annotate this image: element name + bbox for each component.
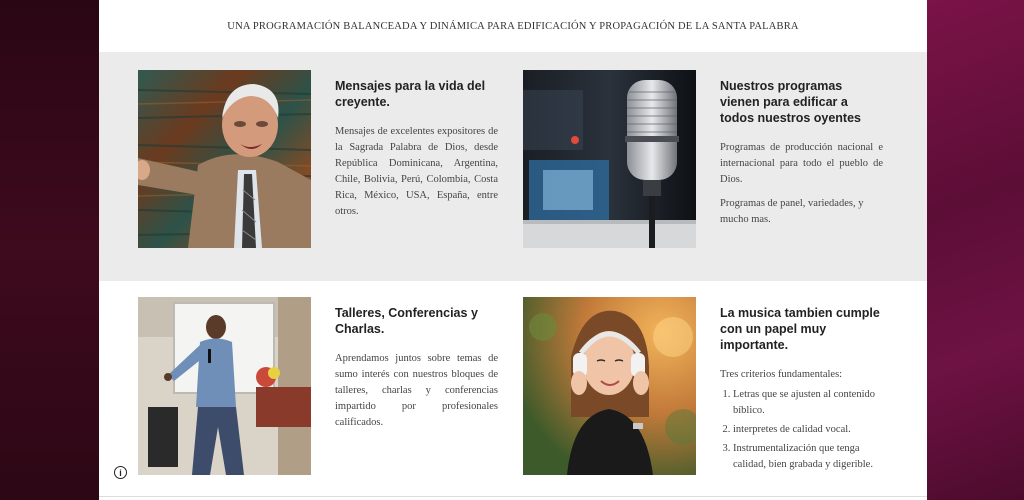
card-programs-body-2: Programas de panel, variedades, y mucho …: [720, 198, 864, 225]
background-left: [0, 0, 99, 500]
background-right: [927, 0, 1024, 500]
list-item: Letras que se ajusten al contenido bíbli…: [733, 387, 883, 419]
card-messages-body: Mensajes de excelentes expositores de la…: [335, 126, 498, 217]
page-bottom-divider: [99, 496, 927, 497]
card-music-title: La musica tambien cumple con un papel mu…: [720, 306, 880, 352]
card-messages: Mensajes para la vida del creyente. Mens…: [335, 78, 498, 220]
tagline-banner: UNA PROGRAMACIÓN BALANCEADA Y DINÁMICA P…: [99, 0, 927, 52]
info-icon[interactable]: i: [114, 466, 127, 479]
list-item: interpretes de calidad vocal.: [733, 422, 883, 438]
card-workshops-title: Talleres, Conferencias y Charlas.: [335, 306, 478, 336]
microphone-image: [523, 70, 696, 248]
speaker-image: [138, 297, 311, 475]
music-image: [523, 297, 696, 475]
card-workshops: Talleres, Conferencias y Charlas. Aprend…: [335, 305, 498, 431]
criteria-list: Letras que se ajusten al contenido bíbli…: [720, 387, 883, 473]
card-messages-title: Mensajes para la vida del creyente.: [335, 79, 486, 109]
preacher-image: [138, 70, 311, 248]
card-programs-body: Programas de producción nacional e inter…: [720, 142, 883, 185]
card-workshops-body: Aprendamos juntos sobre temas de sumo in…: [335, 353, 498, 428]
page-container: UNA PROGRAMACIÓN BALANCEADA Y DINÁMICA P…: [99, 0, 927, 500]
card-programs-title: Nuestros programas vienen para edificar …: [720, 79, 861, 125]
card-music: La musica tambien cumple con un papel mu…: [720, 305, 883, 476]
card-music-intro: Tres criterios fundamentales:: [720, 369, 843, 380]
tagline-text: UNA PROGRAMACIÓN BALANCEADA Y DINÁMICA P…: [227, 20, 799, 32]
list-item: Instrumentalización que tenga calidad, b…: [733, 441, 883, 473]
card-programs: Nuestros programas vienen para edificar …: [720, 78, 883, 228]
